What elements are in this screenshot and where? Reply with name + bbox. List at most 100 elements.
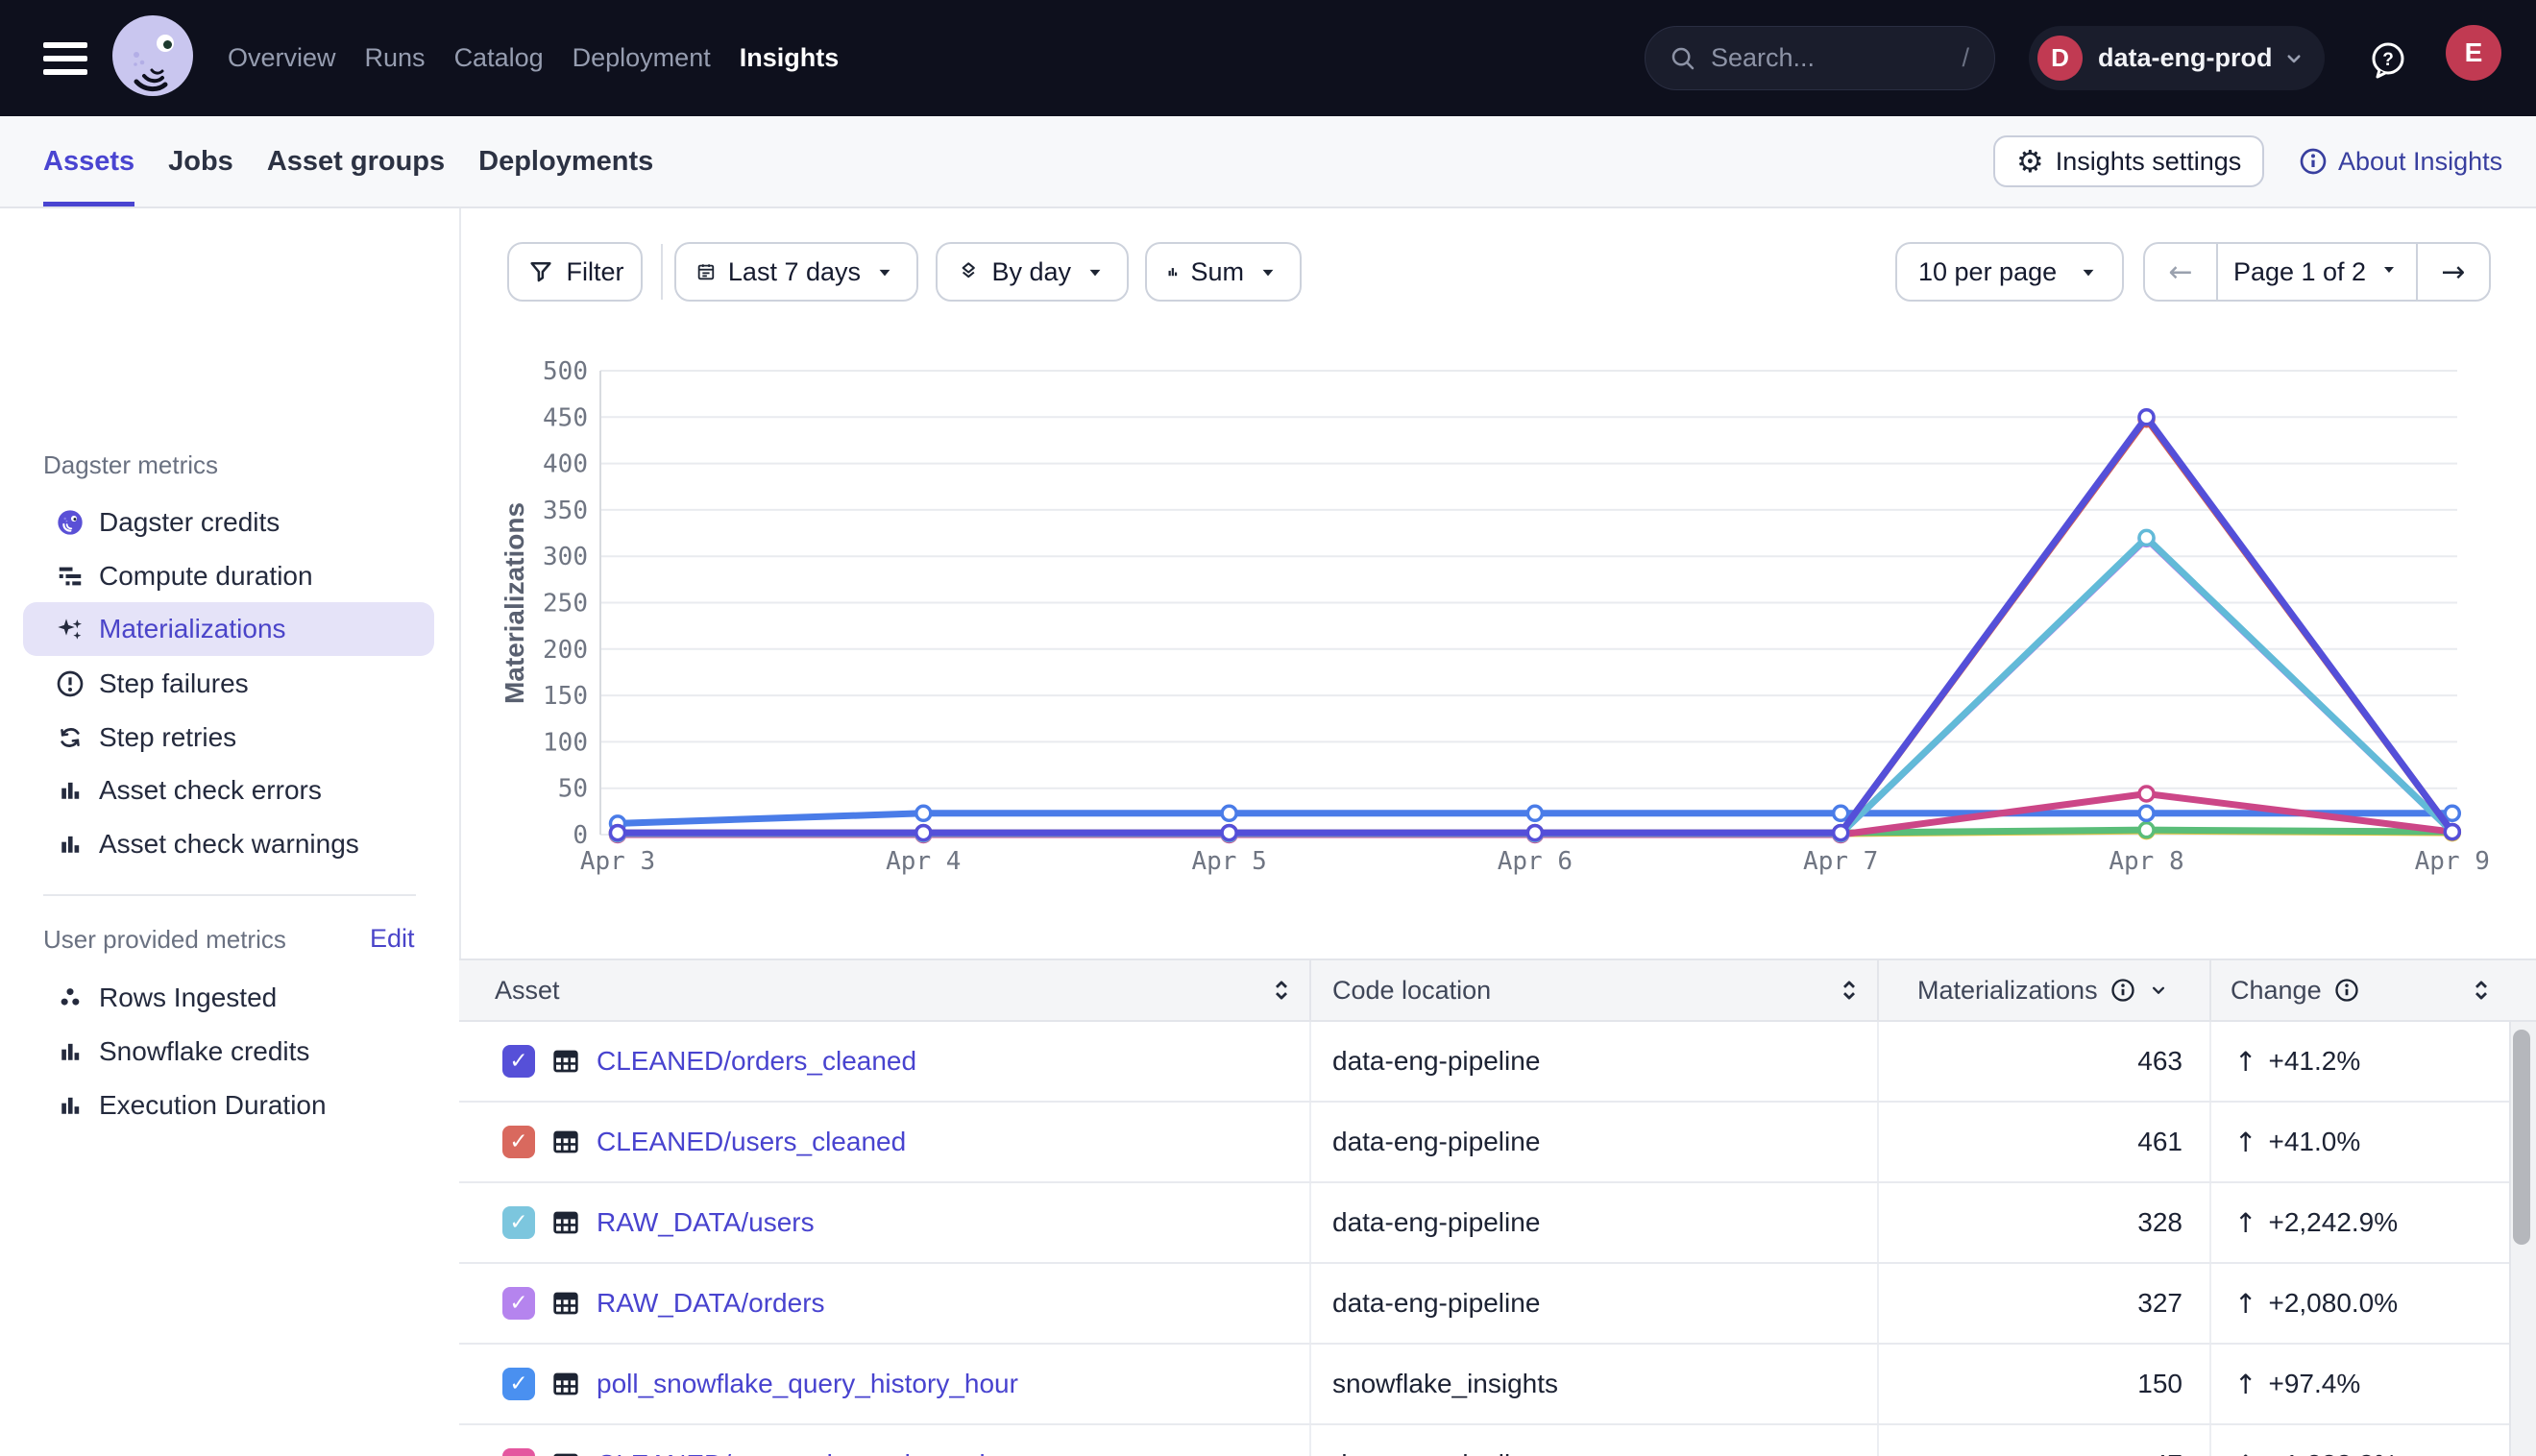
bar-chart-icon: [55, 829, 85, 860]
data-point: [1527, 806, 1542, 820]
asset-checkbox[interactable]: ✓: [502, 1045, 535, 1078]
search-input[interactable]: Search... /: [1645, 26, 1995, 90]
asset-link[interactable]: CLEANED/users_cleaned: [597, 1127, 906, 1157]
about-insights-link[interactable]: About Insights: [2298, 135, 2502, 187]
sidebar-item-execution-duration[interactable]: Execution Duration: [23, 1079, 434, 1132]
scrollbar-thumb[interactable]: [2513, 1030, 2530, 1245]
caret-down-icon: [2076, 259, 2101, 284]
left-arrow-icon: ←: [2168, 255, 2192, 289]
series-line-CLEANED/orders_cleaned: [618, 417, 2452, 833]
help-icon[interactable]: ?: [2367, 38, 2409, 81]
refresh-icon: [55, 722, 85, 753]
funnel-icon: [526, 257, 555, 286]
table-row: ✓ CLEANED/users_cleaned data-eng-pipelin…: [459, 1103, 2536, 1183]
asset-checkbox[interactable]: ✓: [502, 1126, 535, 1158]
series-line-CLEANED/users_cleaned: [618, 419, 2452, 833]
tab-assets[interactable]: Assets: [43, 116, 134, 206]
dagster-logo-icon[interactable]: [108, 12, 199, 104]
sidebar-item-step-retries[interactable]: Step retries: [23, 711, 434, 764]
asset-checkbox[interactable]: ✓: [502, 1368, 535, 1400]
top-nav: Overview Runs Catalog Deployment Insight…: [0, 0, 2536, 116]
tab-jobs[interactable]: Jobs: [168, 116, 233, 206]
granularity-dropdown[interactable]: By day: [936, 242, 1129, 302]
page-selector-dropdown[interactable]: Page 1 of 2: [2216, 244, 2416, 300]
tab-deployments[interactable]: Deployments: [478, 116, 653, 206]
data-point: [611, 826, 625, 840]
aggregation-dropdown[interactable]: Sum: [1145, 242, 1302, 302]
up-arrow-icon: ↑: [2234, 1369, 2256, 1400]
asset-checkbox[interactable]: ✓: [502, 1448, 535, 1456]
y-tick-label: 400: [543, 450, 588, 479]
org-switcher[interactable]: D data-eng-prod: [2029, 26, 2325, 90]
sidebar-item-rows-ingested[interactable]: Rows Ingested: [23, 971, 434, 1025]
user-avatar[interactable]: E: [2446, 25, 2501, 81]
info-icon[interactable]: [2333, 977, 2360, 1004]
change-value: +1,233.3%: [2268, 1449, 2398, 1456]
gear-icon: ⚙: [2016, 146, 2044, 177]
per-page-dropdown[interactable]: 10 per page: [1895, 242, 2124, 302]
sidebar-item-asset-check-warnings[interactable]: Asset check warnings: [23, 817, 434, 871]
asset-checkbox[interactable]: ✓: [502, 1206, 535, 1239]
nav-item-deployment[interactable]: Deployment: [573, 43, 711, 73]
x-tick-label: Apr 6: [1498, 847, 1573, 876]
y-axis-title: Materializations: [500, 502, 529, 704]
table-grid-icon: [550, 1207, 581, 1238]
y-tick-label: 200: [543, 636, 588, 665]
y-tick-label: 150: [543, 682, 588, 711]
sidebar-item-dagster-credits[interactable]: Dagster credits: [23, 496, 434, 549]
sidebar-item-snowflake-credits[interactable]: Snowflake credits: [23, 1025, 434, 1079]
x-tick-label: Apr 3: [580, 847, 655, 876]
sort-icon[interactable]: [2467, 976, 2496, 1005]
x-tick-label: Apr 4: [886, 847, 961, 876]
up-arrow-icon: ↑: [2234, 1288, 2256, 1320]
sidebar-item-compute-duration[interactable]: Compute duration: [23, 549, 434, 603]
asset-link[interactable]: CLEANED/transactions_cleaned: [597, 1449, 986, 1456]
data-point: [2445, 825, 2459, 839]
edit-metrics-link[interactable]: Edit: [370, 924, 415, 954]
nav-item-insights[interactable]: Insights: [740, 43, 840, 73]
search-icon: [1669, 44, 1697, 73]
insights-settings-button[interactable]: ⚙ Insights settings: [1993, 135, 2264, 187]
prev-page-button[interactable]: ←: [2145, 244, 2216, 300]
org-name: data-eng-prod: [2098, 43, 2280, 73]
next-page-button[interactable]: →: [2416, 244, 2489, 300]
y-tick-label: 300: [543, 543, 588, 571]
layers-icon: [957, 257, 980, 286]
nav-item-catalog[interactable]: Catalog: [454, 43, 544, 73]
table-grid-icon: [550, 1127, 581, 1157]
tab-asset-groups[interactable]: Asset groups: [267, 116, 445, 206]
sidebar-item-asset-check-errors[interactable]: Asset check errors: [23, 764, 434, 817]
filter-button[interactable]: Filter: [507, 242, 643, 302]
bar-chart-icon: [55, 1090, 85, 1121]
nav-item-runs[interactable]: Runs: [365, 43, 426, 73]
col-header-change: Change: [2209, 960, 2509, 1020]
data-point: [1222, 806, 1236, 820]
duration-icon: [55, 561, 85, 592]
up-arrow-icon: ↑: [2234, 1046, 2256, 1078]
info-icon[interactable]: [2109, 977, 2136, 1004]
data-point: [1527, 826, 1542, 840]
asset-checkbox[interactable]: ✓: [502, 1287, 535, 1320]
sidebar-item-step-failures[interactable]: Step failures: [23, 657, 434, 711]
nav-item-overview[interactable]: Overview: [228, 43, 336, 73]
table-row: ✓ poll_snowflake_query_history_hour snow…: [459, 1345, 2536, 1425]
date-range-dropdown[interactable]: Last 7 days: [674, 242, 918, 302]
asset-link[interactable]: CLEANED/orders_cleaned: [597, 1046, 916, 1077]
calendar-icon: [695, 257, 717, 286]
sidebar-item-materializations[interactable]: Materializations: [23, 602, 434, 656]
caret-down-icon[interactable]: [2146, 978, 2171, 1003]
asset-link[interactable]: RAW_DATA/orders: [597, 1288, 825, 1319]
change-value: +2,080.0%: [2268, 1288, 2398, 1319]
asset-link[interactable]: RAW_DATA/users: [597, 1207, 815, 1238]
asset-link[interactable]: poll_snowflake_query_history_hour: [597, 1369, 1018, 1399]
data-point: [1834, 806, 1848, 820]
caret-down-icon: [872, 259, 897, 284]
table-row: ✓ RAW_DATA/orders data-eng-pipeline 327 …: [459, 1264, 2536, 1345]
chart-svg: 050100150200250300350400450500Apr 3Apr 4…: [459, 317, 2536, 922]
sort-icon[interactable]: [1267, 976, 1296, 1005]
sort-icon[interactable]: [1835, 976, 1864, 1005]
code-location-value: data-eng-pipeline: [1309, 1183, 1877, 1262]
hamburger-menu-icon[interactable]: [43, 42, 87, 75]
pagination-control: ← Page 1 of 2 →: [2143, 242, 2491, 302]
data-point: [2445, 806, 2459, 820]
